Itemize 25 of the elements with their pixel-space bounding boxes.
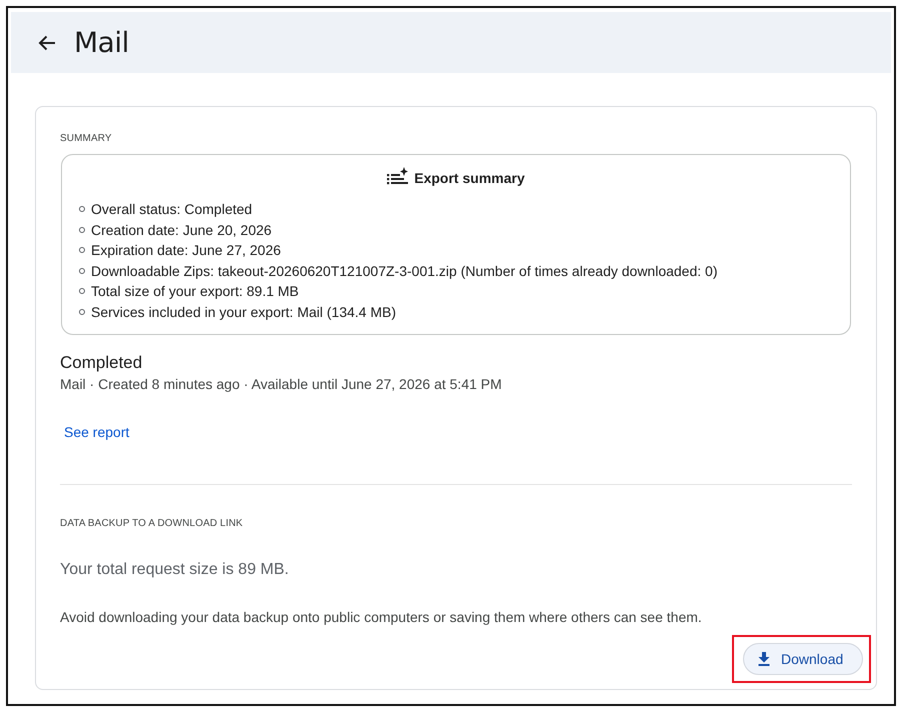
bullet-icon — [79, 308, 85, 315]
status-title: Completed — [60, 352, 144, 374]
summary-item: Total size of your export: 89.1 MB — [91, 282, 299, 302]
see-report-link[interactable]: See report — [64, 422, 130, 442]
bullet-icon — [79, 247, 85, 254]
request-size-text: Your total request size is 89 MB. — [60, 560, 290, 580]
page-title: Mail — [74, 24, 129, 60]
download-button[interactable]: Download — [743, 643, 863, 675]
summary-item: Downloadable Zips: takeout-20260620T121007Z-3-001.zip (Number of times already downloaded: 0) — [91, 262, 718, 281]
summary-item: Services included in your export: Mail (134.4 MB) — [91, 302, 396, 322]
download-icon — [758, 652, 770, 666]
bullet-icon — [79, 206, 85, 212]
section-label: SUMMARY — [60, 132, 113, 146]
summary-item: Creation date: June 20, 2026 — [91, 220, 272, 240]
section-label: DATA BACKUP TO A DOWNLOAD LINK — [60, 517, 244, 531]
summary-item: Overall status: Completed — [91, 200, 252, 220]
bullet-icon — [79, 226, 85, 233]
list-sparkle-icon — [387, 166, 408, 186]
warning-text: Avoid downloading your data backup onto public computers or saving them where others can see them. — [60, 608, 703, 627]
bullet-icon — [79, 268, 85, 274]
status-details: Mail · Created 8 minutes ago · Available until June 27, 2026 at 5:41 PM — [60, 375, 503, 393]
summary-heading: Export summary — [414, 169, 525, 188]
back-arrow-icon — [38, 34, 56, 50]
bullet-icon — [79, 288, 85, 294]
summary-item: Expiration date: June 27, 2026 — [91, 241, 281, 260]
